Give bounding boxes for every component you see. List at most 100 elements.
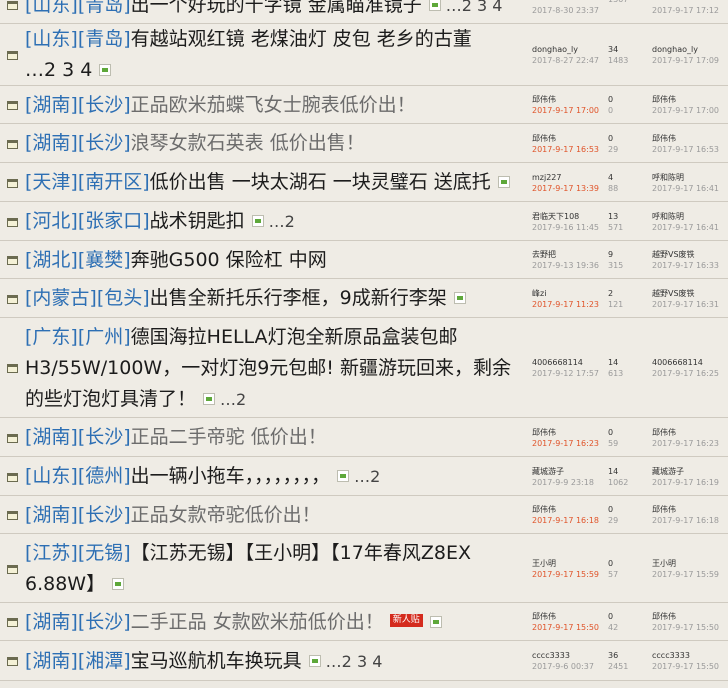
last-poster-link[interactable]: 王小明 [652, 559, 676, 568]
last-poster-link[interactable]: 越野VS废铁 [652, 250, 695, 259]
region-link[interactable]: [青岛] [78, 28, 131, 50]
author-link[interactable]: donghao_ly [532, 45, 578, 54]
region-link[interactable]: [青岛] [78, 0, 131, 16]
author-link[interactable]: 君临天下108 [532, 212, 579, 221]
author-link[interactable]: 去野把 [532, 250, 556, 259]
region-link[interactable]: [湖南] [25, 132, 78, 154]
region-link[interactable]: [长沙] [78, 426, 131, 448]
last-poster-link[interactable]: 藏城游子 [652, 467, 684, 476]
region-link[interactable]: [长沙] [78, 132, 131, 154]
last-post-date[interactable]: 2017-9-17 15:50 [652, 661, 719, 672]
author-link[interactable]: 邱伟伟 [532, 612, 556, 621]
page-links[interactable]: …2 [354, 467, 380, 486]
region-link[interactable]: [德州] [78, 465, 131, 487]
thread-subject-link[interactable]: 浪琴女款石英表 低价出售！ [131, 132, 365, 154]
last-post-date[interactable]: 2017-9-17 16:25 [652, 368, 719, 379]
last-poster-link[interactable]: cccc3333 [652, 651, 690, 660]
region-link[interactable]: [山东] [25, 0, 78, 16]
region-link[interactable]: [湖北] [25, 249, 78, 271]
thread-subject-link[interactable]: 6.88W】 [25, 573, 105, 595]
region-link[interactable]: [山东] [25, 28, 78, 50]
region-link[interactable]: [无锡] [78, 542, 131, 564]
region-link[interactable]: [山东] [25, 465, 78, 487]
author-link[interactable]: 邱伟伟 [532, 95, 556, 104]
image-attachment-icon [99, 63, 112, 76]
thread-subject-link[interactable]: 出售全新托乐行李框，9成新行李架 [150, 287, 447, 309]
region-link[interactable]: [长沙] [78, 504, 131, 526]
author-link[interactable]: 4006668114 [532, 358, 583, 367]
thread-title: [湖南][长沙]浪琴女款石英表 低价出售！ [25, 128, 525, 159]
last-post-date[interactable]: 2017-9-17 17:09 [652, 55, 719, 66]
thread-subject-link[interactable]: 出一个好玩的千字镜 金属瞄准镜子 [131, 0, 422, 16]
region-link[interactable]: [长沙] [78, 94, 131, 116]
region-link[interactable]: [湖南] [25, 611, 78, 633]
thread-subject-link[interactable]: 正品二手帝驼 低价出！ [131, 426, 327, 448]
region-link[interactable]: [襄樊] [78, 249, 131, 271]
thread-subject-link[interactable]: 德国海拉HELLA灯泡全新原品盒装包邮 [131, 326, 458, 348]
thread-subject-link[interactable]: 宝马巡航机车换玩具 [131, 650, 302, 672]
region-link[interactable]: [广东] [25, 326, 78, 348]
region-link[interactable]: [湖南] [25, 504, 78, 526]
region-link[interactable]: [湖南] [25, 650, 78, 672]
thread-subject-link[interactable]: H3/55W/100W，一对灯泡9元包邮! 新疆游玩回来，剩余 [25, 357, 511, 379]
last-post-date[interactable]: 2017-9-17 16:41 [652, 183, 719, 194]
region-link[interactable]: [广州] [78, 326, 131, 348]
last-poster-link[interactable]: 呼和陈明 [652, 173, 684, 182]
last-post-date[interactable]: 2017-9-17 16:18 [652, 515, 719, 526]
region-link[interactable]: [湖南] [25, 94, 78, 116]
last-post-date[interactable]: 2017-9-17 17:00 [652, 105, 719, 116]
region-link[interactable]: [湘潭] [78, 650, 131, 672]
last-poster-link[interactable]: 邱伟伟 [652, 134, 676, 143]
last-post-date[interactable]: 2017-9-17 16:31 [652, 299, 719, 310]
last-post-date[interactable]: 2017-9-17 16:53 [652, 144, 719, 155]
thread-subject-link[interactable]: 【江苏无锡】【王小明】【17年春风Z8EX [131, 542, 471, 564]
last-poster-link[interactable]: donghao_ly [652, 45, 698, 54]
thread-subject-link[interactable]: 有越站观红镜 老煤油灯 皮包 老乡的古董 [131, 28, 472, 50]
region-link[interactable]: [江苏] [25, 542, 78, 564]
last-poster-link[interactable]: 邱伟伟 [652, 428, 676, 437]
thread-subject-link[interactable]: 二手正品 女款欧米茄低价出！ [131, 611, 384, 633]
author-link[interactable]: 王小明 [532, 559, 556, 568]
thread-subject-link[interactable]: …2 3 4 [25, 59, 92, 81]
last-poster-link[interactable]: 邱伟伟 [652, 612, 676, 621]
thread-subject-link[interactable]: 奔驰G500 保险杠 中网 [131, 249, 327, 271]
last-post-date[interactable]: 2017-9-17 16:23 [652, 438, 719, 449]
last-poster-link[interactable]: 越野VS废铁 [652, 289, 695, 298]
page-links[interactable]: …2 [269, 212, 295, 231]
region-link[interactable]: [南开区] [78, 171, 150, 193]
region-link[interactable]: [天津] [25, 171, 78, 193]
thread-subject-link[interactable]: 正品女款帝驼低价出！ [131, 504, 321, 526]
region-link[interactable]: [内蒙古] [25, 287, 97, 309]
thread-subject-link[interactable]: 出一辆小拖车，，，，，，，， [131, 465, 331, 487]
last-post-date[interactable]: 2017-9-17 15:50 [652, 622, 719, 633]
author-link[interactable]: 邱伟伟 [532, 428, 556, 437]
last-post-date[interactable]: 2017-9-17 15:59 [652, 569, 719, 580]
author-link[interactable]: 藏城游子 [532, 467, 564, 476]
thread-subject-link[interactable]: 低价出售 一块太湖石 一块灵璧石 送底托 [150, 171, 491, 193]
region-link[interactable]: [长沙] [78, 611, 131, 633]
author-link[interactable]: 邱伟伟 [532, 505, 556, 514]
last-post-date[interactable]: 2017-9-17 16:19 [652, 477, 719, 488]
last-poster-link[interactable]: 呼和陈明 [652, 212, 684, 221]
author-link[interactable]: cccc3333 [532, 651, 570, 660]
region-link[interactable]: [张家口] [78, 210, 150, 232]
thread-subject-link[interactable]: 正品欧米茄蝶飞女士腕表低价出！ [131, 94, 416, 116]
last-post-date[interactable]: 2017-9-17 17:12 [652, 5, 719, 16]
last-poster-link[interactable]: 邱伟伟 [652, 95, 676, 104]
last-poster-link[interactable]: 4006668114 [652, 358, 703, 367]
page-links[interactable]: …2 3 4 [326, 652, 383, 671]
thread-subject-link[interactable]: 战术钥匙扣 [150, 210, 245, 232]
author-link[interactable]: 邱伟伟 [532, 134, 556, 143]
page-links[interactable]: …2 [220, 390, 246, 409]
last-poster-link[interactable]: 邱伟伟 [652, 505, 676, 514]
last-post-cell: 邱伟伟 2017-9-17 16:53 [652, 133, 719, 155]
region-link[interactable]: [包头] [97, 287, 150, 309]
last-post-date[interactable]: 2017-9-17 16:33 [652, 260, 719, 271]
thread-subject-link[interactable]: 的些灯泡灯具清了！ [25, 388, 196, 410]
region-link[interactable]: [湖南] [25, 426, 78, 448]
author-link[interactable]: mzj227 [532, 173, 561, 182]
page-links[interactable]: …2 3 4 [446, 0, 503, 15]
region-link[interactable]: [河北] [25, 210, 78, 232]
author-link[interactable]: 峰zi [532, 289, 546, 298]
last-post-date[interactable]: 2017-9-17 16:41 [652, 222, 719, 233]
